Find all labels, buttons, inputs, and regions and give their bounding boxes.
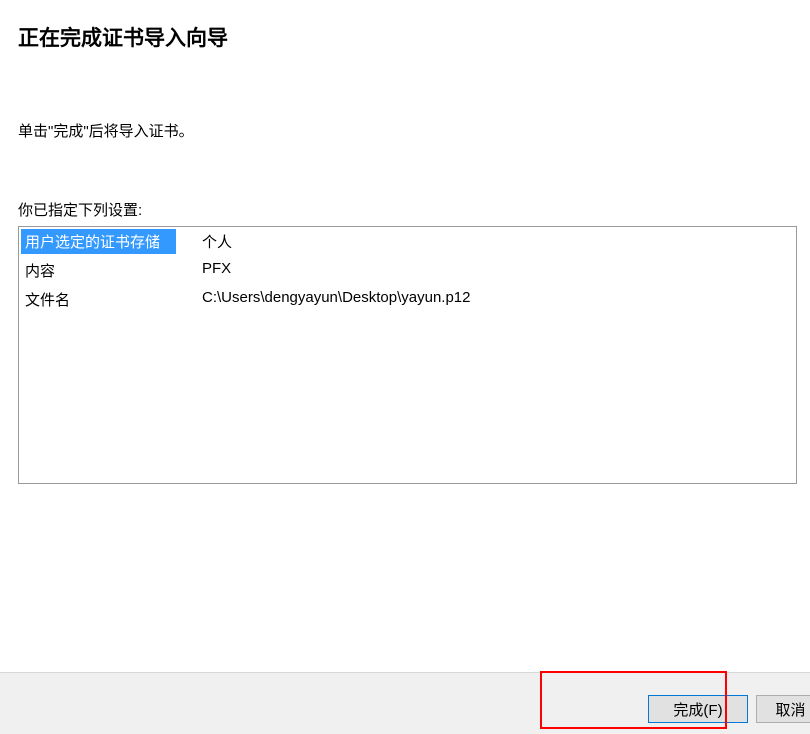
- setting-key-filename: 文件名: [21, 287, 198, 312]
- cancel-button[interactable]: 取消: [756, 695, 810, 723]
- table-row[interactable]: 用户选定的证书存储 个人: [19, 227, 796, 256]
- wizard-title: 正在完成证书导入向导: [18, 22, 792, 52]
- setting-value-filename: C:\Users\dengyayun\Desktop\yayun.p12: [198, 287, 474, 308]
- settings-listbox[interactable]: 用户选定的证书存储 个人 内容 PFX 文件名 C:\Users\dengyay…: [18, 226, 797, 484]
- setting-value-store: 个人: [198, 229, 236, 254]
- button-bar: 完成(F) 取消: [0, 672, 810, 734]
- setting-value-content: PFX: [198, 258, 235, 279]
- table-row[interactable]: 内容 PFX: [19, 256, 796, 285]
- setting-key-store: 用户选定的证书存储: [21, 229, 176, 254]
- setting-key-content: 内容: [21, 258, 198, 283]
- wizard-body: 正在完成证书导入向导 单击"完成"后将导入证书。 你已指定下列设置: 用户选定的…: [0, 0, 810, 484]
- settings-label: 你已指定下列设置:: [18, 199, 792, 220]
- finish-button[interactable]: 完成(F): [648, 695, 748, 723]
- table-row[interactable]: 文件名 C:\Users\dengyayun\Desktop\yayun.p12: [19, 285, 796, 314]
- instruction-text: 单击"完成"后将导入证书。: [18, 120, 792, 141]
- button-area: 完成(F) 取消: [648, 695, 810, 723]
